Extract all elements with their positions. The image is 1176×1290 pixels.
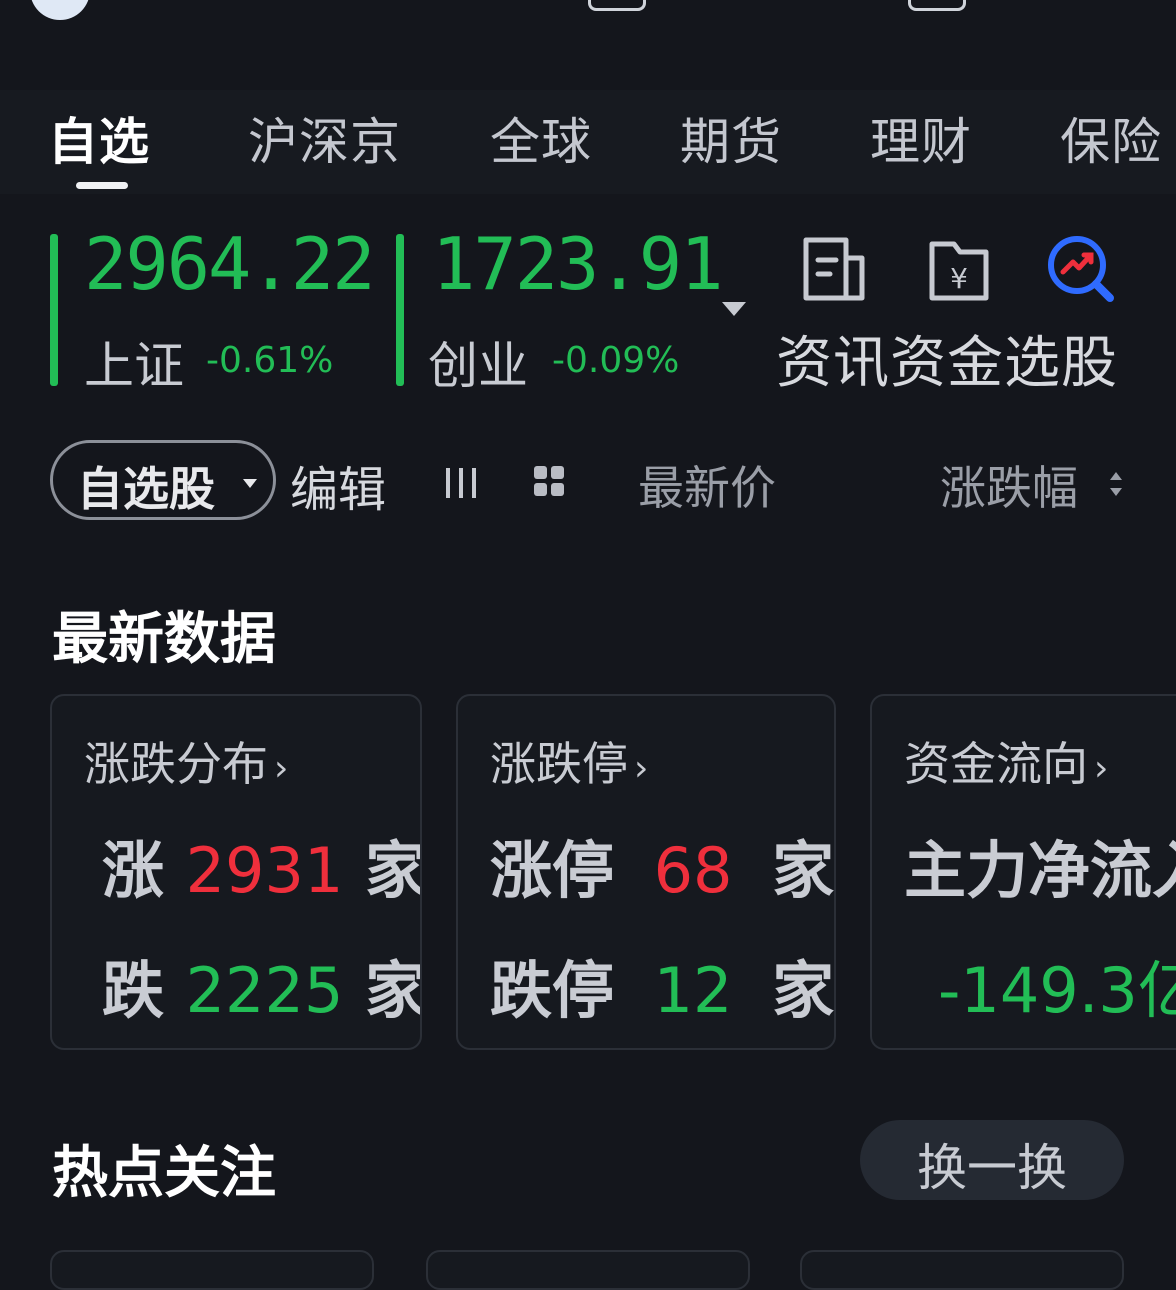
cy-index-change: -0.09% xyxy=(552,340,680,381)
tab-global[interactable]: 全球 xyxy=(490,102,592,174)
tab-insurance[interactable]: 保险 xyxy=(1060,102,1162,174)
up-count: 2931 xyxy=(185,834,344,907)
fund-icon[interactable]: ¥ xyxy=(924,234,994,304)
tab-hs-bj[interactable]: 沪深京 xyxy=(248,102,401,174)
sh-index-name: 上证 xyxy=(84,337,184,395)
cy-index-name: 创业 xyxy=(428,337,528,395)
avatar-image xyxy=(30,0,90,20)
change-pct-column[interactable]: 涨跌幅 xyxy=(940,452,1078,518)
edit-button[interactable]: 编辑 xyxy=(290,450,386,520)
limit-down-label: 跌停 xyxy=(490,954,615,1027)
active-tab-indicator xyxy=(76,182,128,189)
limit-up-label: 涨停 xyxy=(490,834,615,907)
market-tab-bar: 自选 沪深京 全球 期货 理财 保险 xyxy=(0,90,1176,194)
limit-up-count: 68 xyxy=(653,834,733,907)
hot-topic-card[interactable] xyxy=(50,1250,374,1290)
refresh-button-label: 换一换 xyxy=(917,1139,1067,1197)
ai-icon[interactable] xyxy=(748,0,800,8)
latest-price-column[interactable]: 最新价 xyxy=(638,452,776,518)
up-unit: 家 xyxy=(365,834,422,907)
refresh-button[interactable]: 换一换 xyxy=(860,1120,1124,1200)
sh-index-change: -0.61% xyxy=(206,340,334,381)
stock-picker-icon[interactable] xyxy=(1046,234,1116,304)
down-unit: 家 xyxy=(365,954,422,1027)
chevron-right-icon: › xyxy=(1094,748,1109,789)
svg-text:¥: ¥ xyxy=(950,262,968,295)
hot-topics-title: 热点关注 xyxy=(52,1141,276,1206)
up-label: 涨 xyxy=(102,834,165,907)
limit-down-count: 12 xyxy=(653,954,733,1027)
search-icon[interactable] xyxy=(1076,0,1128,8)
down-count: 2225 xyxy=(185,954,344,1027)
chevron-down-icon xyxy=(243,479,257,488)
cy-index-marker xyxy=(396,234,404,386)
main-net-inflow-label: 主力净流入 xyxy=(904,834,1176,907)
index-dropdown-icon[interactable] xyxy=(722,302,746,316)
sh-index-value[interactable]: 2964.22 xyxy=(84,222,375,306)
hot-topic-card[interactable] xyxy=(800,1250,1124,1290)
tab-watchlist[interactable]: 自选 xyxy=(48,102,150,174)
fund-flow-card[interactable]: 资金流向› 主力净流入 -149.3亿 xyxy=(870,694,1176,1050)
list-view-icon[interactable] xyxy=(444,466,480,504)
hot-topic-card[interactable] xyxy=(426,1250,750,1290)
chevron-right-icon: › xyxy=(274,748,289,789)
quick-actions-label[interactable]: 资讯资金选股 xyxy=(776,318,1118,399)
down-label: 跌 xyxy=(102,954,165,1027)
news-icon[interactable] xyxy=(800,234,870,304)
watchlist-group-label: 自选股 xyxy=(77,462,215,516)
avatar[interactable]: 5 xyxy=(30,0,130,20)
limit-up-unit: 家 xyxy=(772,834,835,907)
sh-index-marker xyxy=(50,234,58,386)
main-net-inflow-value: -149.3亿 xyxy=(938,954,1176,1027)
card-title: 资金流向 xyxy=(904,737,1088,791)
limit-down-unit: 家 xyxy=(772,954,835,1027)
tab-futures[interactable]: 期货 xyxy=(680,102,782,174)
cy-index-value[interactable]: 1723.91 xyxy=(432,222,723,306)
grid-view-icon[interactable] xyxy=(532,464,566,502)
watchlist-group-selector[interactable]: 自选股 xyxy=(50,440,276,520)
card-title: 涨跌分布 xyxy=(84,737,268,791)
limit-up-down-card[interactable]: 涨跌停 › 涨停 68 家 跌停 12 家 xyxy=(456,694,836,1050)
card-title: 涨跌停 xyxy=(490,737,628,791)
chevron-right-icon: › xyxy=(634,748,649,789)
calendar-icon[interactable] xyxy=(908,0,966,11)
message-icon[interactable] xyxy=(588,0,646,11)
sort-icon[interactable] xyxy=(1108,468,1124,500)
tab-wealth[interactable]: 理财 xyxy=(870,102,972,174)
latest-data-title: 最新数据 xyxy=(52,607,276,672)
rise-fall-distribution-card[interactable]: 涨跌分布 › 涨 2931 家 跌 2225 家 xyxy=(50,694,422,1050)
